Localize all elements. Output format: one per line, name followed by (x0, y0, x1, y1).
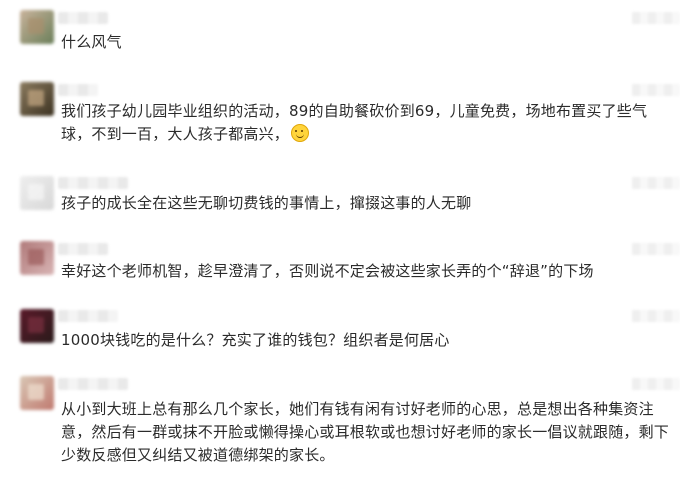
comment-text: 孩子的成长全在这些无聊切费钱的事情上，撺掇这事的人无聊 (61, 194, 472, 212)
avatar[interactable] (20, 309, 54, 343)
comment-text: 我们孩子幼儿园毕业组织的活动，89的自助餐砍价到69，儿童免费，场地布置买了些气… (61, 100, 671, 146)
comment-text: 什么风气 (61, 33, 122, 51)
comment-text-body: 我们孩子幼儿园毕业组织的活动，89的自助餐砍价到69，儿童免费，场地布置买了些气… (61, 102, 648, 143)
username-blurred (58, 243, 108, 255)
avatar[interactable] (20, 82, 54, 116)
like-count-blurred (632, 177, 680, 189)
avatar[interactable] (20, 176, 54, 210)
like-count-blurred (632, 310, 680, 322)
username-blurred (58, 12, 108, 24)
comment-text: 1000块钱吃的是什么？充实了谁的钱包？组织者是何居心 (61, 331, 450, 349)
username-blurred (58, 177, 128, 189)
like-count-blurred (632, 84, 680, 96)
like-count-blurred (632, 12, 680, 24)
username-blurred (58, 378, 128, 390)
avatar[interactable] (20, 241, 54, 275)
comment-text: 幸好这个老师机智，趁早澄清了，否则说不定会被这些家长弄的个“辞退”的下场 (61, 262, 594, 280)
username-blurred (58, 84, 98, 96)
comment-text: 从小到大班上总有那么几个家长，她们有钱有闲有讨好老师的心思，总是想出各种集资注意… (61, 400, 670, 464)
like-count-blurred (632, 243, 680, 255)
like-count-blurred (632, 378, 680, 390)
avatar[interactable] (20, 376, 54, 410)
username-blurred (58, 310, 118, 322)
smile-emoji-icon (291, 124, 310, 142)
avatar[interactable] (20, 10, 54, 44)
